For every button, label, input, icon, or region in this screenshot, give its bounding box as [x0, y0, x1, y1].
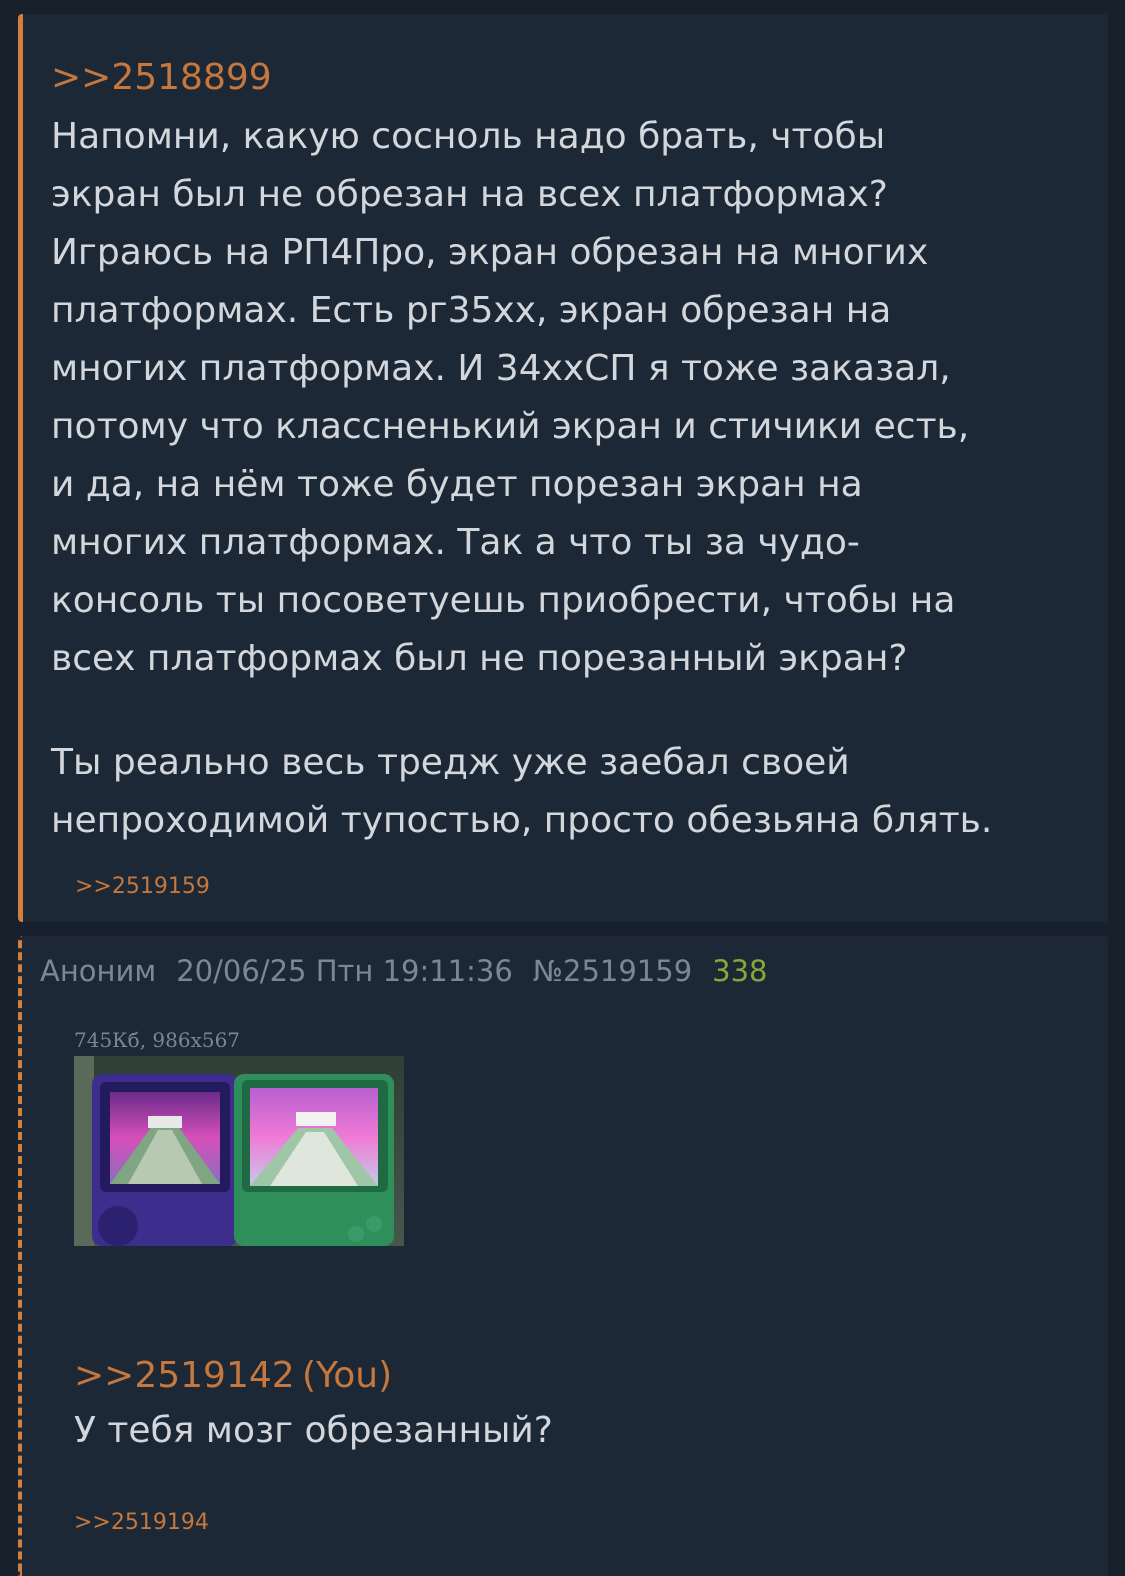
backlink[interactable]: >>2519194: [74, 1510, 209, 1535]
post-date: 20/06/25 Птн 19:11:36: [176, 954, 513, 988]
handheld-consoles-image: [74, 1056, 404, 1246]
quote-link[interactable]: >>2519142: [74, 1354, 295, 1398]
backlink[interactable]: >>2519159: [75, 874, 210, 899]
image-thumbnail[interactable]: [74, 1056, 404, 1246]
quoted-text: Напомни, какую сосноль надо брать, чтобы…: [51, 116, 970, 679]
post-header: Аноним 20/06/25 Птн 19:11:36 №2519159 338: [40, 954, 788, 988]
author-name: Аноним: [40, 954, 157, 988]
quote-link[interactable]: >>2518899: [51, 56, 272, 100]
post-count: 338: [712, 954, 768, 988]
post-text: Ты реально весь тредж уже заебал своей н…: [51, 742, 993, 841]
post: >>2518899 Напомни, какую сосноль надо бр…: [18, 14, 1108, 922]
post-number[interactable]: №2519159: [533, 954, 692, 988]
you-marker: (You): [302, 1355, 393, 1396]
file-info: 745Кб, 986x567: [74, 1028, 241, 1052]
post-text: У тебя мозг обрезанный?: [74, 1410, 553, 1451]
post: Аноним 20/06/25 Птн 19:11:36 №2519159 338 7…: [18, 936, 1108, 1576]
